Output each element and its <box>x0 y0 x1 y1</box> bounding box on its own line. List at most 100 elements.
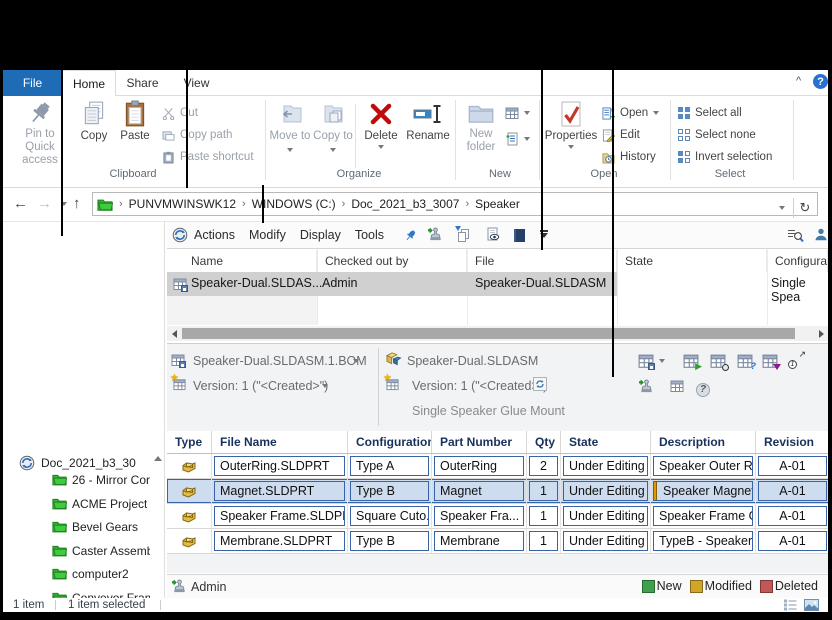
bom-cell-value[interactable]: 1 <box>529 531 558 551</box>
bom-cell-value[interactable]: Membrane <box>434 531 524 551</box>
bom-cell-value[interactable]: A-01 <box>758 506 827 526</box>
reference-book-icon[interactable] <box>514 229 525 242</box>
bom-filter-icon[interactable] <box>762 353 778 369</box>
scrollbar-thumb[interactable] <box>182 328 795 339</box>
bom-cell-value[interactable]: Under Editing <box>563 506 648 526</box>
menu-actions[interactable]: Actions <box>194 228 235 242</box>
bom-cell-value[interactable]: Under Editing <box>563 481 648 501</box>
tab-view[interactable]: View <box>169 70 224 96</box>
tree-item[interactable]: Caster Assemb <box>3 540 150 561</box>
file-list-column-header[interactable]: Configurat <box>767 250 828 272</box>
preview-document-icon[interactable] <box>486 227 500 241</box>
file-list-column-header[interactable]: State <box>617 250 767 272</box>
copy-to-button[interactable]: Copy to <box>312 98 354 156</box>
tab-file[interactable]: File <box>3 70 62 96</box>
bom-cell-value[interactable]: 1 <box>529 481 558 501</box>
bom-cell-value[interactable]: A-01 <box>758 531 827 551</box>
bom-column-header[interactable]: File Name <box>212 431 348 453</box>
bom-cell-value[interactable]: Under Editing <box>563 531 648 551</box>
tree-scroll-up-icon[interactable] <box>152 452 163 464</box>
menu-modify[interactable]: Modify <box>249 228 286 242</box>
up-icon[interactable]: ↑ <box>73 195 81 212</box>
bom-version-dropdown-icon[interactable] <box>322 384 328 388</box>
bom-cell-value[interactable]: A-01 <box>758 481 827 501</box>
move-to-button[interactable]: Move to <box>269 98 311 156</box>
bom-cell-value[interactable]: Speaker Magnets <box>653 481 753 501</box>
bom-cell-value[interactable]: Magnet.SLDPRT <box>214 481 345 501</box>
properties-button[interactable]: Properties <box>545 98 597 149</box>
search-icon[interactable] <box>786 227 804 243</box>
refresh-icon[interactable]: ↻ <box>794 200 816 216</box>
forward-icon[interactable]: → <box>37 195 52 212</box>
select-none-button[interactable]: Select none <box>678 126 756 144</box>
new-item-button[interactable] <box>505 130 530 148</box>
bom-title[interactable]: Speaker-Dual.SLDASM.1.BOM <box>193 354 367 368</box>
bom-cell-value[interactable]: Magnet <box>434 481 524 501</box>
bom-row[interactable]: Speaker Frame.SLDPRTSquare Cuto...Speake… <box>167 504 830 529</box>
file-list-column-header[interactable]: File <box>467 250 617 272</box>
bom-cell-value[interactable]: Speaker Outer Ring <box>653 456 753 476</box>
tree-item[interactable]: computer2 <box>3 563 150 584</box>
cut-button[interactable]: Cut <box>161 104 198 122</box>
scroll-right-icon[interactable] <box>816 329 826 338</box>
file-row[interactable]: Speaker-Dual.SLDAS... Admin Speaker-Dual… <box>167 272 828 296</box>
bom-version[interactable]: Version: 1 ("<Created>") <box>193 379 328 393</box>
bom-properties-icon[interactable]: ? <box>737 353 753 369</box>
bom-cell-value[interactable]: Membrane.SLDPRT <box>214 531 345 551</box>
menu-display[interactable]: Display <box>300 228 341 242</box>
bom-cell-value[interactable]: 2 <box>529 456 558 476</box>
bom-row[interactable]: Magnet.SLDPRTType BMagnet1Under EditingS… <box>167 479 830 504</box>
invert-selection-button[interactable]: Invert selection <box>678 148 772 166</box>
bom-help-icon[interactable]: ? <box>696 379 712 395</box>
pin-toolbar-icon[interactable] <box>404 229 417 242</box>
bom-cell-value[interactable]: 1 <box>529 506 558 526</box>
bom-cell-value[interactable]: A-01 <box>758 456 827 476</box>
help-icon[interactable]: ? <box>813 74 828 89</box>
bom-column-header[interactable]: Type <box>167 431 212 453</box>
bom-column-header[interactable]: Qty <box>527 431 561 453</box>
bom-save-dropdown-icon[interactable] <box>659 359 665 363</box>
bom-column-header[interactable]: Part Number <box>432 431 527 453</box>
breadcrumb-item[interactable]: Speaker <box>473 197 522 211</box>
paste-button[interactable]: Paste <box>115 98 155 143</box>
delete-button[interactable]: Delete <box>359 98 403 149</box>
bom-row[interactable]: Membrane.SLDPRTType BMembrane1Under Edit… <box>167 529 830 554</box>
new-folder-button[interactable]: New folder <box>459 98 503 154</box>
bom-find-icon[interactable] <box>710 353 726 369</box>
select-all-button[interactable]: Select all <box>678 104 742 122</box>
bom-cell-value[interactable]: Speaker Frame.SLDPRT <box>214 506 345 526</box>
tree-item[interactable]: 26 - Mirror Cor <box>3 469 150 490</box>
user-icon[interactable] <box>814 227 828 241</box>
bom-cell-value[interactable]: Square Cuto... <box>350 506 429 526</box>
bom-column-header[interactable]: State <box>561 431 651 453</box>
address-dropdown-icon[interactable] <box>779 206 785 210</box>
bom-row[interactable]: OuterRing.SLDPRTType AOuterRing2Under Ed… <box>167 454 830 479</box>
open-button[interactable]: Open <box>601 104 659 122</box>
back-icon[interactable]: ← <box>13 195 28 212</box>
scroll-left-icon[interactable] <box>169 329 179 338</box>
bom-title-dropdown-icon[interactable] <box>353 359 359 363</box>
horizontal-scrollbar[interactable] <box>167 326 828 341</box>
bom-cell-value[interactable]: Type A <box>350 456 429 476</box>
easy-access-button[interactable] <box>505 104 530 122</box>
file-list-column-header[interactable]: Checked out by <box>317 250 467 272</box>
copy-path-button[interactable]: Copy path <box>161 126 232 144</box>
copy-button[interactable]: Copy <box>75 98 113 143</box>
bom-column-header[interactable]: Revision <box>756 431 830 453</box>
file-list-column-header[interactable]: Name <box>167 250 317 272</box>
bom-cell-value[interactable]: Speaker Fra... <box>434 506 524 526</box>
address-bar[interactable]: ›PUNVMWINSWK12›WINDOWS (C:)›Doc_2021_b3_… <box>92 192 818 216</box>
rename-button[interactable]: Rename <box>403 98 453 143</box>
history-button[interactable]: History <box>601 148 656 166</box>
bom-column-header[interactable]: Description <box>651 431 756 453</box>
tree-item[interactable]: Bevel Gears <box>3 516 150 537</box>
bom-cell-value[interactable]: Type B <box>350 531 429 551</box>
bom-compare-icon[interactable]: 1↗ <box>788 353 804 369</box>
bom-checkin-icon[interactable] <box>639 379 654 394</box>
paste-shortcut-button[interactable]: Paste shortcut <box>161 148 254 166</box>
tree-item[interactable]: ACME Project <box>3 493 150 514</box>
tab-share[interactable]: Share <box>116 70 169 96</box>
bom-cell-value[interactable]: OuterRing <box>434 456 524 476</box>
tab-home[interactable]: Home <box>62 70 116 97</box>
breadcrumb-item[interactable]: Doc_2021_b3_3007 <box>349 197 461 211</box>
